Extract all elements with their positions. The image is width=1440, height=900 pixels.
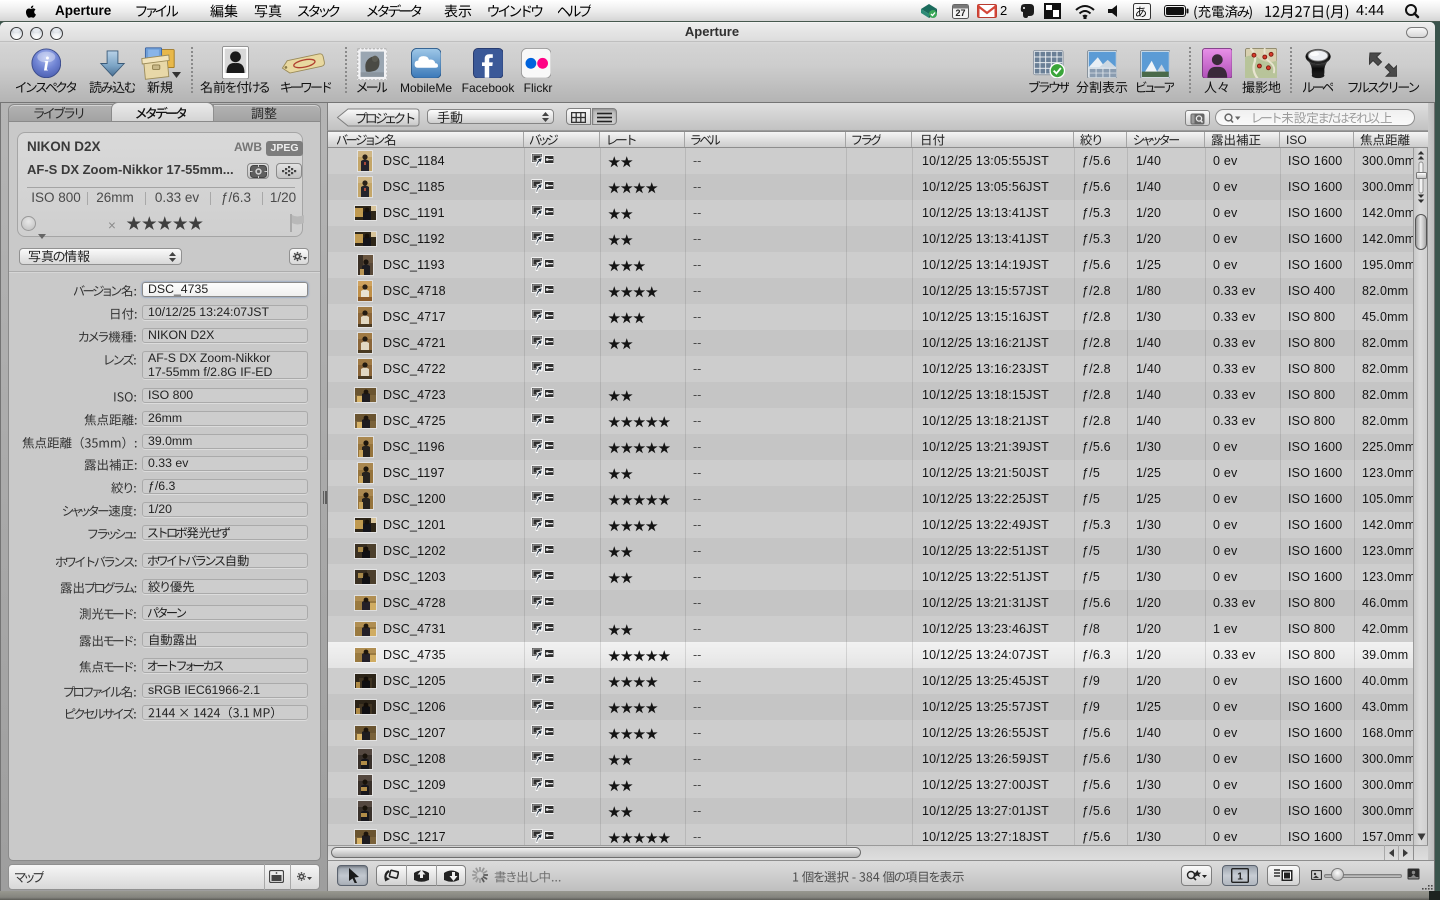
svg-text:27: 27 — [955, 8, 965, 18]
svg-text:i: i — [43, 53, 49, 75]
svg-text:1: 1 — [1237, 872, 1243, 883]
